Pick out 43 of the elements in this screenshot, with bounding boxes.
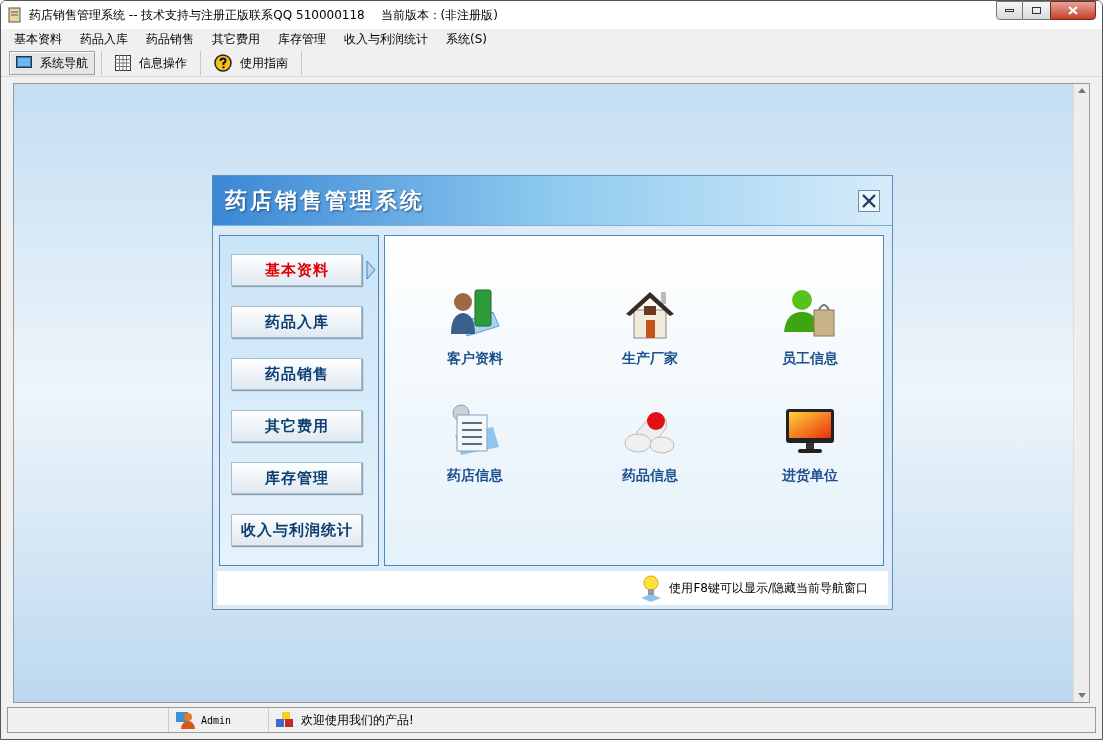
menu-item[interactable]: 收入与利润统计	[337, 30, 435, 48]
nav-button[interactable]: 库存管理	[231, 462, 362, 494]
menu-item[interactable]: 药品入库	[73, 30, 135, 48]
user-icon	[175, 711, 195, 729]
arrow-right-icon	[366, 260, 376, 280]
close-button[interactable]	[1050, 1, 1096, 20]
status-text: Admin	[201, 713, 232, 728]
nav-button[interactable]: 药品入库	[231, 306, 362, 338]
cubes-icon	[275, 711, 295, 729]
close-icon	[862, 193, 876, 208]
nav-button[interactable]: 收入与利润统计	[231, 514, 362, 546]
status-text: 欢迎使用我们的产品!	[301, 712, 414, 729]
dialog-close-button[interactable]	[858, 189, 880, 212]
tile-label[interactable]: 客户资料	[447, 348, 503, 369]
tile-label[interactable]: 员工信息	[782, 348, 838, 369]
close-icon	[1068, 6, 1078, 15]
scroll-up-icon[interactable]	[1077, 88, 1086, 93]
window-title: 药店销售管理系统 -- 技术支持与注册正版联系QQ 510000118 当前版本：(非注册版)	[29, 7, 498, 24]
grid-icon	[115, 54, 131, 71]
scroll-down-icon[interactable]	[1077, 693, 1086, 698]
scrollbar[interactable]	[1073, 84, 1089, 702]
menu-item[interactable]: 基本资料	[7, 30, 69, 48]
tile-label[interactable]: 生产厂家	[622, 348, 678, 369]
app-icon	[7, 7, 23, 23]
monitor-icon	[16, 55, 32, 70]
toolbar-tab[interactable]: 信息操作	[108, 50, 194, 75]
tile-label[interactable]: 药店信息	[447, 465, 503, 486]
toolbar-tab[interactable]: 系统导航	[9, 50, 95, 75]
hint-text: 使用F8键可以显示/隐藏当前导航窗口	[669, 580, 868, 597]
tile-label[interactable]: 药品信息	[622, 465, 678, 486]
menu-item[interactable]: 库存管理	[271, 30, 333, 48]
minimize-button[interactable]	[996, 1, 1023, 20]
tile-label[interactable]: 进货单位	[782, 465, 838, 486]
dialog-title: 药店销售管理系统	[225, 187, 425, 215]
maximize-button[interactable]	[1023, 1, 1050, 20]
menu-item[interactable]: 其它费用	[205, 30, 267, 48]
menu-item[interactable]: 药品销售	[139, 30, 201, 48]
toolbar-tab[interactable]: 使用指南	[207, 50, 295, 75]
nav-button[interactable]: 其它费用	[231, 410, 362, 442]
menu-item[interactable]: 系统(S)	[439, 30, 494, 48]
help-icon	[214, 53, 232, 72]
nav-button[interactable]: 基本资料	[231, 254, 362, 286]
nav-button[interactable]: 药品销售	[231, 358, 362, 390]
